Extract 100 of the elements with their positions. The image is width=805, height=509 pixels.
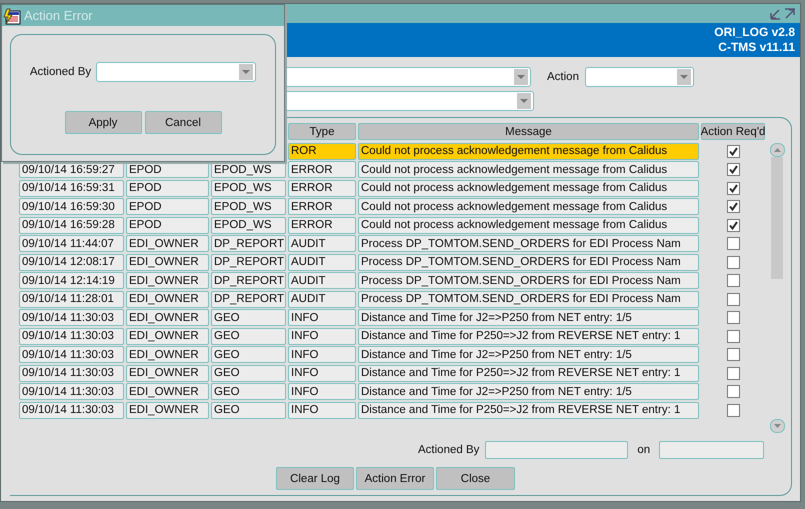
table-cell[interactable]: 09/10/14 11:30:03 bbox=[19, 383, 124, 400]
table-cell[interactable]: 09/10/14 11:30:03 bbox=[19, 402, 124, 418]
table-cell[interactable]: GEO bbox=[211, 346, 286, 363]
table-cell[interactable]: INFO bbox=[288, 328, 356, 344]
table-cell[interactable]: Process DP_TOMTOM.SEND_ORDERS for EDI Process Nam bbox=[358, 235, 699, 252]
dialog-button[interactable]: Cancel bbox=[144, 111, 222, 134]
table-cell[interactable]: 09/10/14 16:59:31 bbox=[19, 180, 124, 196]
action-checkbox[interactable] bbox=[726, 366, 740, 380]
table-cell[interactable]: EPOD bbox=[126, 180, 209, 196]
scrollbar-thumb[interactable] bbox=[771, 157, 783, 279]
table-cell[interactable]: EPOD_WS bbox=[211, 180, 286, 196]
table-cell[interactable]: INFO bbox=[288, 402, 356, 418]
action-checkbox[interactable] bbox=[726, 330, 740, 342]
action-checkbox[interactable] bbox=[726, 385, 740, 398]
action-checkbox[interactable] bbox=[726, 292, 740, 306]
actioned-by-label: Actioned By bbox=[418, 444, 480, 456]
action-checkbox[interactable] bbox=[726, 237, 740, 250]
table-cell[interactable]: AUDIT bbox=[288, 254, 356, 270]
table-cell[interactable]: AUDIT bbox=[288, 235, 356, 252]
column-header: Action Req'd bbox=[701, 123, 765, 140]
table-cell[interactable]: Distance and Time for P250=>J2 from REVERSE NET entry: 1 bbox=[358, 328, 699, 344]
table-cell[interactable]: DP_REPORT bbox=[211, 254, 286, 270]
table-cell[interactable]: EPOD_WS bbox=[211, 198, 286, 215]
table-cell[interactable]: Distance and Time for J2=>P250 from NET entry: 1/5 bbox=[358, 383, 699, 400]
table-cell[interactable]: Process DP_TOMTOM.SEND_ORDERS for EDI Process Nam bbox=[358, 272, 699, 289]
table-cell[interactable]: Could not process acknowledgement message from Calidus bbox=[358, 142, 699, 160]
action-checkbox[interactable] bbox=[726, 404, 740, 416]
table-cell[interactable]: DP_REPORT bbox=[211, 235, 286, 252]
date-field[interactable] bbox=[659, 441, 764, 459]
table-cell[interactable]: DP_REPORT bbox=[211, 272, 286, 289]
table-cell[interactable]: Distance and Time for P250=>J2 from REVERSE NET entry: 1 bbox=[358, 364, 699, 382]
scroll-up-icon[interactable] bbox=[770, 143, 784, 157]
action-checkbox[interactable] bbox=[726, 256, 740, 268]
action-label: Action bbox=[547, 71, 579, 83]
table-cell[interactable]: AUDIT bbox=[288, 290, 356, 308]
table-cell[interactable]: INFO bbox=[288, 346, 356, 363]
table-cell[interactable]: EDI_OWNER bbox=[126, 364, 209, 382]
table-cell[interactable]: EDI_OWNER bbox=[126, 254, 209, 270]
table-cell[interactable]: AUDIT bbox=[288, 272, 356, 289]
table-cell[interactable]: ROR bbox=[288, 142, 356, 160]
table-cell[interactable]: EDI_OWNER bbox=[126, 383, 209, 400]
table-cell[interactable]: GEO bbox=[211, 402, 286, 418]
table-cell[interactable]: GEO bbox=[211, 309, 286, 326]
action-checkbox[interactable] bbox=[726, 144, 740, 158]
table-cell[interactable]: INFO bbox=[288, 364, 356, 382]
action-checkbox[interactable] bbox=[726, 218, 740, 232]
table-cell[interactable]: 09/10/14 12:08:17 bbox=[19, 254, 124, 270]
table-cell[interactable]: EPOD bbox=[126, 216, 209, 234]
dialog-button[interactable]: Apply bbox=[64, 111, 142, 134]
table-cell[interactable]: EDI_OWNER bbox=[126, 272, 209, 289]
minimize-icon[interactable] bbox=[769, 8, 781, 20]
table-cell[interactable]: DP_REPORT bbox=[211, 290, 286, 308]
table-cell[interactable]: EDI_OWNER bbox=[126, 402, 209, 418]
footer-button[interactable]: Action Error bbox=[356, 467, 434, 490]
table-cell[interactable]: 09/10/14 11:30:03 bbox=[19, 328, 124, 344]
table-cell[interactable]: Process DP_TOMTOM.SEND_ORDERS for EDI Process Nam bbox=[358, 254, 699, 270]
action-checkbox[interactable] bbox=[726, 163, 740, 176]
table-cell[interactable]: GEO bbox=[211, 328, 286, 344]
table-cell[interactable]: 09/10/14 16:59:28 bbox=[19, 216, 124, 234]
actioned-by-field[interactable] bbox=[485, 441, 628, 459]
table-cell[interactable]: INFO bbox=[288, 309, 356, 326]
table-cell[interactable]: EDI_OWNER bbox=[126, 328, 209, 344]
table-cell[interactable]: GEO bbox=[211, 364, 286, 382]
table-cell[interactable]: 09/10/14 11:30:03 bbox=[19, 346, 124, 363]
table-cell[interactable]: ERROR bbox=[288, 216, 356, 234]
table-cell[interactable]: Distance and Time for J2=>P250 from NET entry: 1/5 bbox=[358, 346, 699, 363]
action-checkbox[interactable] bbox=[726, 200, 740, 213]
table-cell[interactable]: 09/10/14 16:59:30 bbox=[19, 198, 124, 215]
table-cell[interactable]: EDI_OWNER bbox=[126, 290, 209, 308]
table-cell[interactable]: Could not process acknowledgement message from Calidus bbox=[358, 198, 699, 215]
table-cell[interactable]: Could not process acknowledgement message from Calidus bbox=[358, 216, 699, 234]
action-checkbox[interactable] bbox=[726, 348, 740, 361]
table-cell[interactable]: EDI_OWNER bbox=[126, 309, 209, 326]
table-cell[interactable]: INFO bbox=[288, 383, 356, 400]
table-cell[interactable]: GEO bbox=[211, 383, 286, 400]
table-cell[interactable]: Could not process acknowledgement message from Calidus bbox=[358, 180, 699, 196]
table-cell[interactable]: 09/10/14 11:30:03 bbox=[19, 364, 124, 382]
table-cell[interactable]: EPOD bbox=[126, 198, 209, 215]
action-checkbox[interactable] bbox=[726, 182, 740, 194]
table-cell[interactable]: Could not process acknowledgement message from Calidus bbox=[358, 161, 699, 178]
scroll-down-icon[interactable] bbox=[770, 419, 784, 433]
maximize-icon[interactable] bbox=[784, 8, 796, 20]
table-cell[interactable]: EPOD_WS bbox=[211, 216, 286, 234]
table-cell[interactable]: 09/10/14 12:14:19 bbox=[19, 272, 124, 289]
table-cell[interactable]: ERROR bbox=[288, 161, 356, 178]
table-cell[interactable]: EDI_OWNER bbox=[126, 235, 209, 252]
table-cell[interactable]: Process DP_TOMTOM.SEND_ORDERS for EDI Process Nam bbox=[358, 290, 699, 308]
table-cell[interactable]: Distance and Time for P250=>J2 from REVERSE NET entry: 1 bbox=[358, 402, 699, 418]
table-cell[interactable]: EDI_OWNER bbox=[126, 346, 209, 363]
on-label: on bbox=[637, 444, 650, 456]
table-cell[interactable]: 09/10/14 11:44:07 bbox=[19, 235, 124, 252]
table-cell[interactable]: ERROR bbox=[288, 198, 356, 215]
action-checkbox[interactable] bbox=[726, 274, 740, 287]
footer-button[interactable]: Clear Log bbox=[276, 467, 354, 490]
table-cell[interactable]: ERROR bbox=[288, 180, 356, 196]
action-checkbox[interactable] bbox=[726, 311, 740, 324]
table-cell[interactable]: 09/10/14 11:30:03 bbox=[19, 309, 124, 326]
table-cell[interactable]: Distance and Time for J2=>P250 from NET entry: 1/5 bbox=[358, 309, 699, 326]
footer-button[interactable]: Close bbox=[436, 467, 515, 490]
table-cell[interactable]: 09/10/14 11:28:01 bbox=[19, 290, 124, 308]
